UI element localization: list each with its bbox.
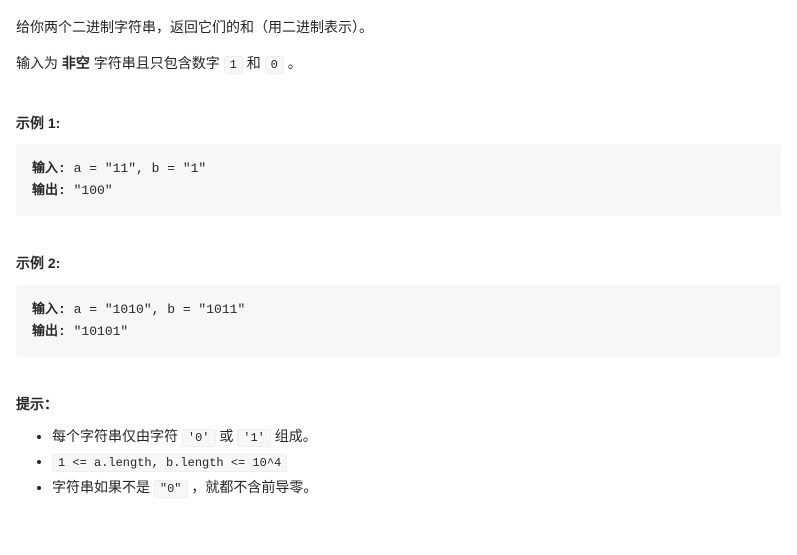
example2-heading: 示例 2: [16,252,781,274]
list-item: 字符串如果不是 "0" ，就都不含前导零。 [52,476,781,499]
const-zero: 0 [265,56,284,74]
string-zero: "0" [154,480,188,498]
hints-heading: 提示： [16,393,781,415]
hint1-text: 或 [216,428,238,444]
example1-output-value: "100" [66,183,113,198]
char-one: '1' [237,429,271,447]
list-item: 1 <= a.length, b.length <= 10^4 [52,450,781,473]
hint1-text: 每个字符串仅由字符 [52,428,182,444]
char-zero: '0' [182,429,216,447]
example1-input-label: 输入: [32,161,66,176]
example2-input-value: a = "1010", b = "1011" [66,302,245,317]
intro-text: 和 [243,55,265,71]
example1-input-value: a = "11", b = "1" [66,161,206,176]
example1-block: 输入: a = "11", b = "1" 输出: "100" [16,144,781,216]
problem-intro-line2: 输入为 非空 字符串且只包含数字 1 和 0 。 [16,52,781,75]
example2-input-label: 输入: [32,302,66,317]
intro-text: 。 [284,55,302,71]
example1-output-label: 输出: [32,183,66,198]
intro-text: 字符串且只包含数字 [90,55,224,71]
intro-nonempty: 非空 [62,55,90,71]
example2-output-label: 输出: [32,324,66,339]
hint1-text: 组成。 [271,428,317,444]
problem-intro-line1: 给你两个二进制字符串，返回它们的和（用二进制表示）。 [16,16,781,38]
intro-text: 输入为 [16,55,62,71]
hint2-constraint: 1 <= a.length, b.length <= 10^4 [52,454,287,472]
hint3-text: ，就都不含前导零。 [188,479,318,495]
hints-list: 每个字符串仅由字符 '0' 或 '1' 组成。 1 <= a.length, b… [16,425,781,499]
example1-heading: 示例 1: [16,112,781,134]
hint3-text: 字符串如果不是 [52,479,154,495]
example2-output-value: "10101" [66,324,128,339]
example2-block: 输入: a = "1010", b = "1011" 输出: "10101" [16,285,781,357]
const-one: 1 [224,56,243,74]
list-item: 每个字符串仅由字符 '0' 或 '1' 组成。 [52,425,781,448]
